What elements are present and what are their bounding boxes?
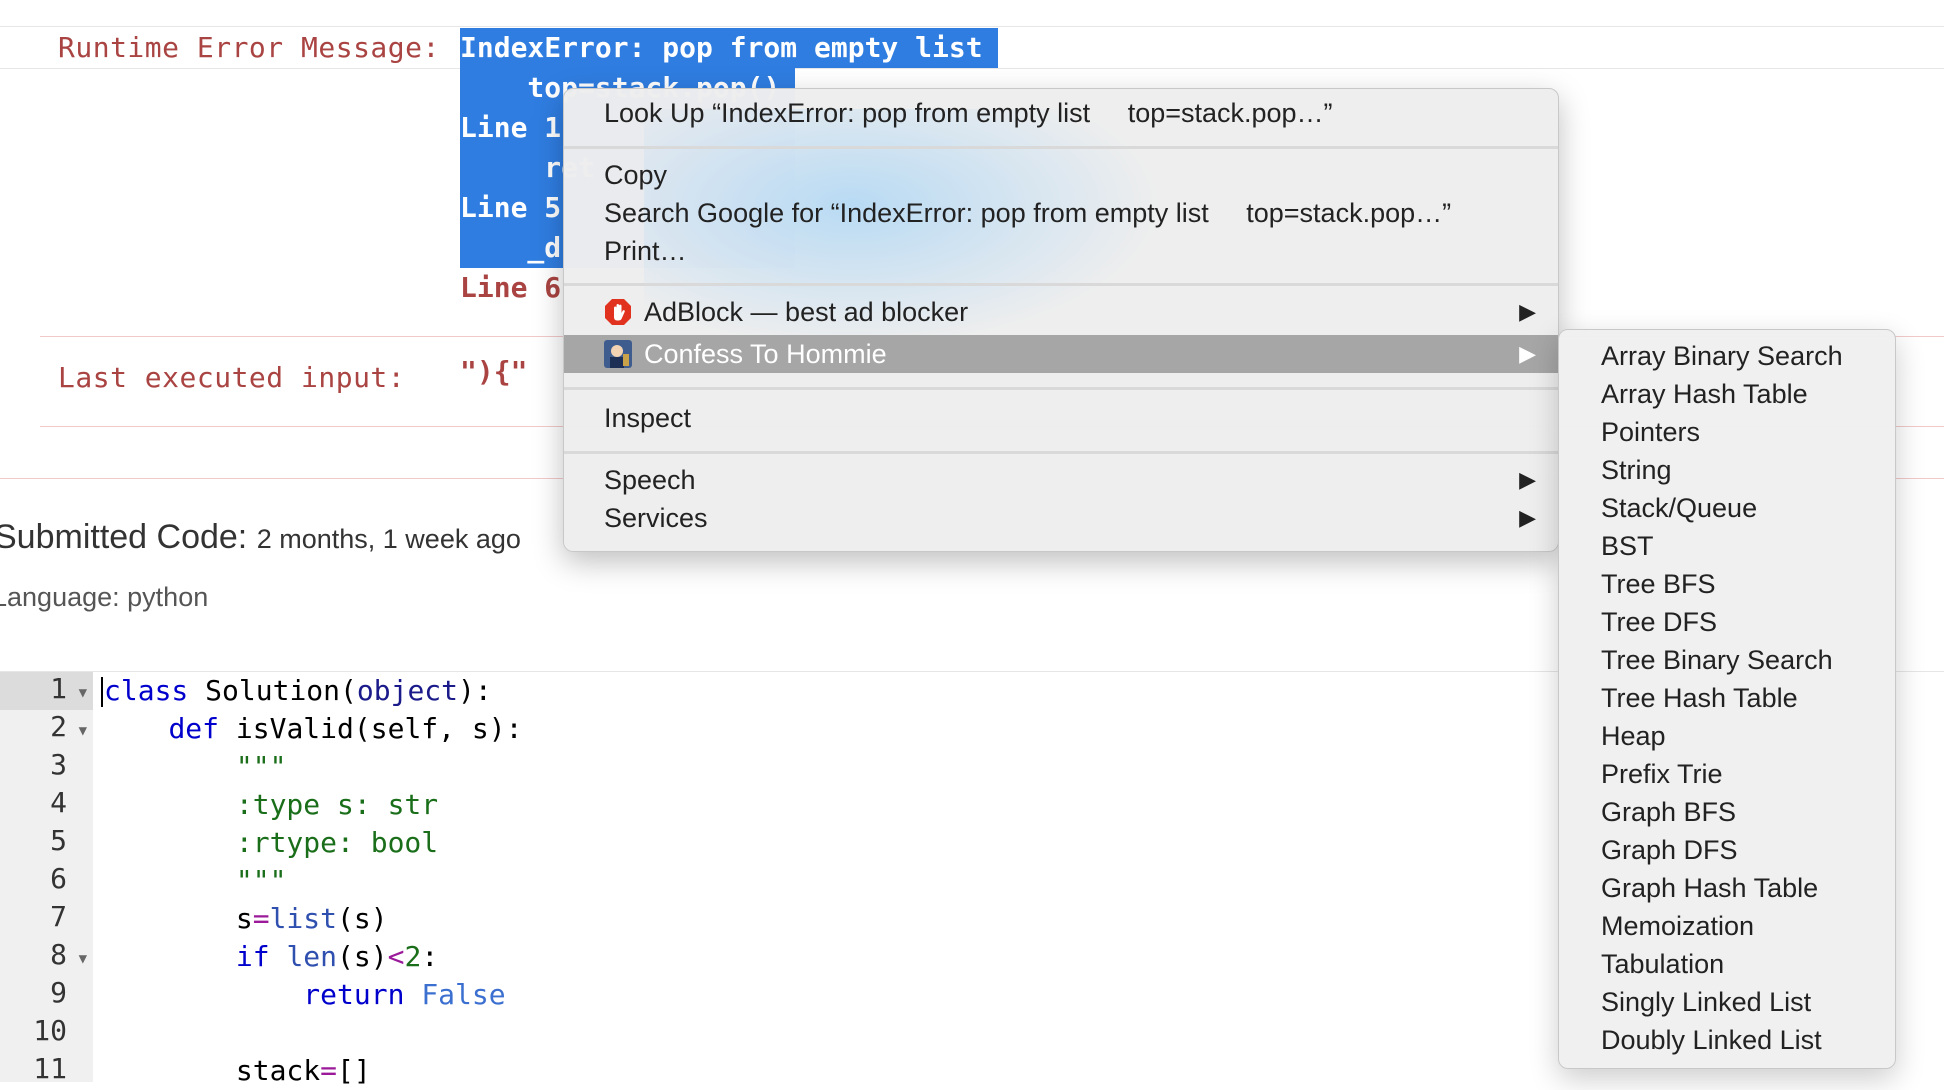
line-number-text: 2 bbox=[50, 710, 67, 743]
code-line[interactable]: if len(s)<2: bbox=[101, 938, 438, 976]
line-number: 1 ▼ bbox=[0, 672, 93, 710]
submenu-item[interactable]: Graph BFS bbox=[1601, 793, 1736, 831]
menu-item-print[interactable]: Print… bbox=[564, 232, 1558, 270]
submenu-item[interactable]: Prefix Trie bbox=[1601, 755, 1723, 793]
submenu-item[interactable]: String bbox=[1601, 451, 1672, 489]
context-menu: Look Up “IndexError: pop from empty list… bbox=[563, 88, 1559, 552]
line-number-text: 5 bbox=[50, 824, 67, 857]
divider bbox=[0, 68, 1944, 69]
menu-item-label: Services bbox=[604, 503, 708, 533]
submenu-item[interactable]: Tree Hash Table bbox=[1601, 679, 1798, 717]
fold-arrow-icon[interactable]: ▼ bbox=[79, 723, 87, 739]
code-line[interactable]: """ bbox=[101, 862, 287, 900]
menu-item-label: Search Google for “IndexError: pop from … bbox=[604, 198, 1452, 228]
last-input-label: Last executed input: bbox=[58, 361, 406, 394]
fold-arrow-icon[interactable]: ▼ bbox=[79, 685, 87, 701]
line-number: 7 bbox=[0, 900, 93, 938]
line-number: 10 bbox=[0, 1014, 93, 1052]
line-number-text: 7 bbox=[50, 900, 67, 933]
menu-item-confess-to-hommie[interactable]: Confess To Hommie ▶ bbox=[564, 335, 1558, 373]
code-line[interactable]: s=list(s) bbox=[101, 900, 388, 938]
language-value: python bbox=[127, 582, 209, 612]
code-line[interactable]: """ bbox=[101, 748, 287, 786]
line-number-text: 11 bbox=[33, 1052, 67, 1085]
submenu-item[interactable]: Heap bbox=[1601, 717, 1666, 755]
menu-item-label: Copy bbox=[604, 160, 668, 190]
line-number: 4 bbox=[0, 786, 93, 824]
code-line[interactable]: stack=[] bbox=[101, 1052, 371, 1090]
menu-item-adblock[interactable]: AdBlock — best ad blocker ▶ bbox=[564, 293, 1558, 331]
menu-item-label: AdBlock — best ad blocker bbox=[644, 297, 969, 327]
submenu-item[interactable]: Graph DFS bbox=[1601, 831, 1738, 869]
language-info: Language: python bbox=[0, 582, 208, 613]
last-input-value: "){" bbox=[460, 355, 528, 388]
submenu-arrow-icon: ▶ bbox=[1519, 467, 1536, 492]
line-number: 11 bbox=[0, 1052, 93, 1090]
submenu-item[interactable]: Pointers bbox=[1601, 413, 1700, 451]
menu-separator bbox=[564, 146, 1558, 149]
hommie-submenu: Array Binary Search Array Hash Table Poi… bbox=[1558, 329, 1896, 1069]
menu-item-label: Print… bbox=[604, 236, 687, 266]
submenu-arrow-icon: ▶ bbox=[1519, 505, 1536, 530]
submenu-item[interactable]: Stack/Queue bbox=[1601, 489, 1757, 527]
submenu-item[interactable]: Tree DFS bbox=[1601, 603, 1717, 641]
text-cursor bbox=[101, 677, 103, 707]
line-number: 3 bbox=[0, 748, 93, 786]
menu-separator bbox=[564, 451, 1558, 454]
adblock-icon bbox=[605, 299, 631, 325]
submenu-item[interactable]: Array Hash Table bbox=[1601, 375, 1808, 413]
code-line[interactable]: :type s: str bbox=[101, 786, 438, 824]
submitted-time: 2 months, 1 week ago bbox=[256, 524, 521, 554]
language-label: Language: bbox=[0, 582, 120, 612]
submenu-item[interactable]: Tree Binary Search bbox=[1601, 641, 1833, 679]
submenu-item[interactable]: Singly Linked List bbox=[1601, 983, 1811, 1021]
menu-item-label: Speech bbox=[604, 465, 696, 495]
menu-item-label: Inspect bbox=[604, 403, 692, 433]
menu-item-label: Confess To Hommie bbox=[644, 339, 887, 369]
menu-item-services[interactable]: Services ▶ bbox=[564, 499, 1558, 537]
code-line[interactable]: :rtype: bool bbox=[101, 824, 438, 862]
fold-arrow-icon[interactable]: ▼ bbox=[79, 951, 87, 967]
submenu-arrow-icon: ▶ bbox=[1519, 299, 1536, 324]
menu-separator bbox=[564, 283, 1558, 286]
error-line: IndexError: pop from empty list bbox=[460, 28, 998, 68]
submenu-item[interactable]: Memoization bbox=[1601, 907, 1754, 945]
menu-item-search-google[interactable]: Search Google for “IndexError: pop from … bbox=[564, 194, 1558, 232]
line-number: 6 bbox=[0, 862, 93, 900]
code-line[interactable]: def isValid(self, s): bbox=[101, 710, 522, 748]
submenu-item[interactable]: BST bbox=[1601, 527, 1654, 565]
line-number: 9 bbox=[0, 976, 93, 1014]
submenu-item[interactable]: Doubly Linked List bbox=[1601, 1021, 1822, 1059]
line-number: 5 bbox=[0, 824, 93, 862]
menu-item-copy[interactable]: Copy bbox=[564, 156, 1558, 194]
submenu-item[interactable]: Tree BFS bbox=[1601, 565, 1716, 603]
divider bbox=[0, 26, 1944, 27]
menu-item-label: Look Up “IndexError: pop from empty list… bbox=[604, 98, 1333, 128]
submitted-code-heading: Submitted Code: 2 months, 1 week ago bbox=[0, 518, 521, 557]
line-number-text: 6 bbox=[50, 862, 67, 895]
line-number: 2 ▼ bbox=[0, 710, 93, 748]
menu-item-inspect[interactable]: Inspect bbox=[564, 399, 1558, 437]
line-number-text: 3 bbox=[50, 748, 67, 781]
submenu-item[interactable]: Graph Hash Table bbox=[1601, 869, 1818, 907]
line-number-text: 1 bbox=[50, 672, 67, 705]
code-line[interactable]: class Solution(object): bbox=[101, 672, 492, 710]
menu-item-speech[interactable]: Speech ▶ bbox=[564, 461, 1558, 499]
line-number-text: 9 bbox=[50, 976, 67, 1009]
line-number-text: 10 bbox=[33, 1014, 67, 1047]
submenu-item[interactable]: Tabulation bbox=[1601, 945, 1724, 983]
line-number-text: 4 bbox=[50, 786, 67, 819]
code-line[interactable]: return False bbox=[101, 976, 505, 1014]
submenu-arrow-icon: ▶ bbox=[1519, 341, 1536, 366]
submitted-code-title: Submitted Code: bbox=[0, 518, 248, 556]
line-number: 8 ▼ bbox=[0, 938, 93, 976]
menu-item-look-up[interactable]: Look Up “IndexError: pop from empty list… bbox=[564, 94, 1558, 132]
menu-separator bbox=[564, 387, 1558, 390]
runtime-error-label: Runtime Error Message: bbox=[58, 31, 440, 64]
submenu-item[interactable]: Array Binary Search bbox=[1601, 337, 1843, 375]
error-line: Line 6 bbox=[460, 271, 562, 304]
line-number-text: 8 bbox=[50, 938, 67, 971]
hommie-icon bbox=[604, 340, 632, 368]
